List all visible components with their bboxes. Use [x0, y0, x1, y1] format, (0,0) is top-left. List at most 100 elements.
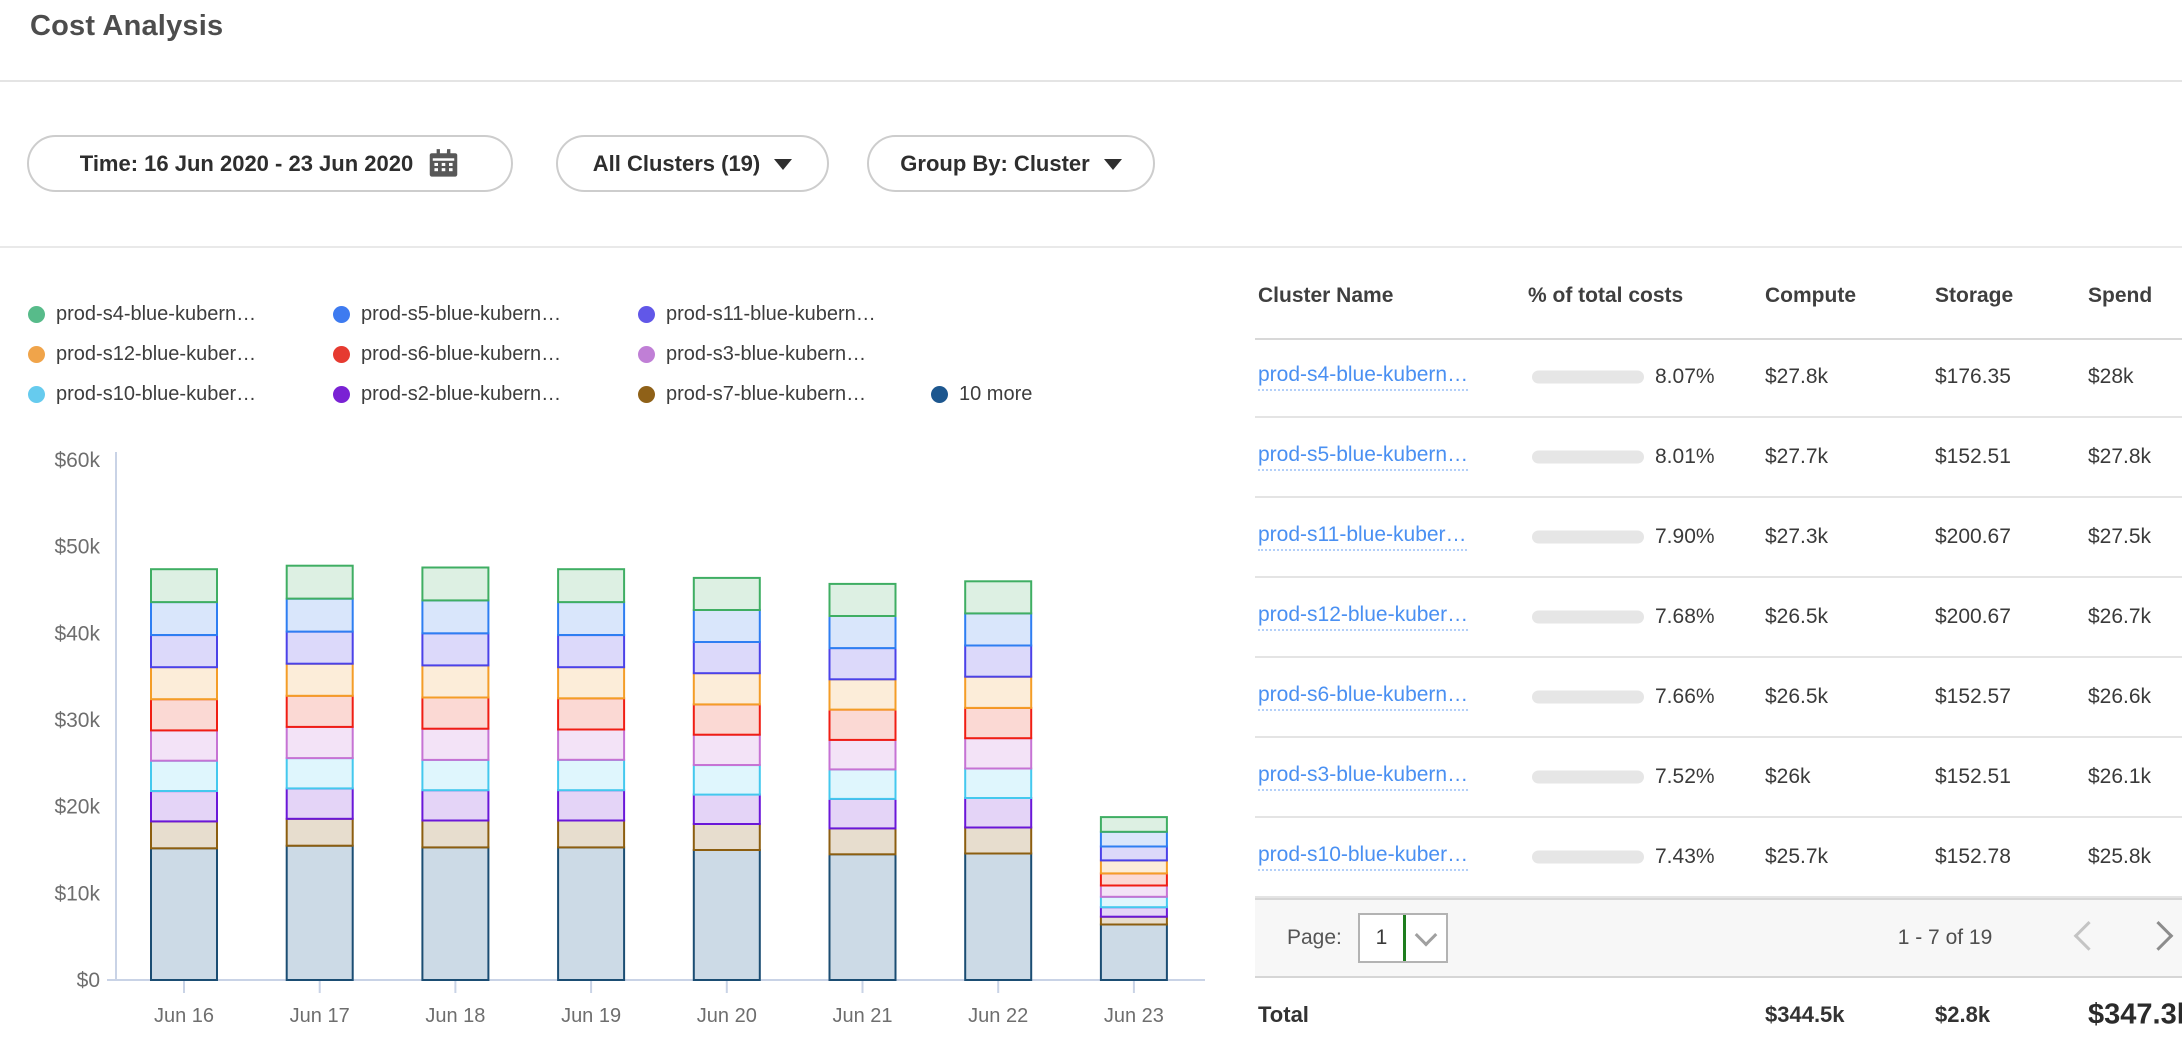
bar-segment[interactable]: [422, 698, 488, 729]
bar-segment[interactable]: [287, 632, 353, 664]
bar-segment[interactable]: [558, 821, 624, 848]
bar-segment[interactable]: [151, 699, 217, 730]
bar-segment[interactable]: [694, 765, 760, 795]
bar-segment[interactable]: [694, 735, 760, 765]
bar-segment[interactable]: [287, 696, 353, 727]
bar-segment[interactable]: [1101, 860, 1167, 873]
legend-item[interactable]: prod-s12-blue-kuber…: [28, 342, 256, 366]
bar-segment[interactable]: [965, 738, 1031, 768]
bar-segment[interactable]: [694, 795, 760, 825]
bar-segment[interactable]: [830, 710, 896, 740]
bar-segment[interactable]: [287, 758, 353, 788]
legend-item[interactable]: prod-s4-blue-kubern…: [28, 302, 256, 326]
bar-segment[interactable]: [422, 568, 488, 601]
bar-segment[interactable]: [287, 664, 353, 696]
cluster-name-link[interactable]: prod-s12-blue-kuber…: [1258, 603, 1468, 631]
bar-segment[interactable]: [1101, 817, 1167, 832]
bar-segment[interactable]: [422, 821, 488, 848]
bar-segment[interactable]: [1101, 925, 1167, 981]
bar-segment[interactable]: [422, 600, 488, 633]
bar-segment[interactable]: [558, 760, 624, 790]
bar-segment[interactable]: [558, 790, 624, 820]
bar-segment[interactable]: [694, 610, 760, 642]
bar-segment[interactable]: [830, 616, 896, 648]
bar-segment[interactable]: [694, 673, 760, 704]
bar-segment[interactable]: [830, 740, 896, 770]
bar-segment[interactable]: [830, 799, 896, 829]
bar-segment[interactable]: [1101, 897, 1167, 907]
bar-segment[interactable]: [965, 769, 1031, 799]
bar-segment[interactable]: [151, 569, 217, 602]
bar-segment[interactable]: [830, 584, 896, 616]
legend-item[interactable]: prod-s10-blue-kuber…: [28, 382, 256, 406]
bar-segment[interactable]: [151, 761, 217, 791]
bar-segment[interactable]: [422, 729, 488, 760]
bar-segment[interactable]: [1101, 832, 1167, 847]
bar-segment[interactable]: [1101, 873, 1167, 885]
bar-segment[interactable]: [151, 730, 217, 760]
bar-segment[interactable]: [694, 704, 760, 734]
bar-segment[interactable]: [965, 613, 1031, 645]
bar-segment[interactable]: [151, 667, 217, 699]
bar-segment[interactable]: [830, 769, 896, 799]
bar-segment[interactable]: [830, 648, 896, 679]
page-select[interactable]: 1: [1358, 913, 1448, 963]
bar-segment[interactable]: [558, 698, 624, 729]
bar-segment[interactable]: [287, 846, 353, 980]
bar-segment[interactable]: [558, 847, 624, 980]
bar-segment[interactable]: [287, 727, 353, 758]
bar-segment[interactable]: [558, 569, 624, 602]
clusters-filter-dropdown[interactable]: All Clusters (19): [556, 135, 829, 192]
bar-segment[interactable]: [422, 760, 488, 790]
bar-segment[interactable]: [965, 708, 1031, 738]
bar-segment[interactable]: [965, 798, 1031, 828]
bar-segment[interactable]: [694, 578, 760, 610]
cluster-name-link[interactable]: prod-s5-blue-kubern…: [1258, 443, 1468, 471]
bar-segment[interactable]: [287, 566, 353, 599]
bar-segment[interactable]: [422, 633, 488, 665]
next-page-button[interactable]: [2144, 921, 2174, 951]
legend-item[interactable]: prod-s2-blue-kubern…: [333, 382, 561, 406]
time-range-filter[interactable]: Time: 16 Jun 2020 - 23 Jun 2020: [27, 135, 513, 192]
legend-item[interactable]: 10 more: [931, 382, 1032, 406]
cluster-name-link[interactable]: prod-s10-blue-kuber…: [1258, 843, 1468, 871]
legend-item[interactable]: prod-s7-blue-kubern…: [638, 382, 866, 406]
bar-segment[interactable]: [287, 789, 353, 819]
bar-segment[interactable]: [1101, 886, 1167, 897]
bar-segment[interactable]: [151, 821, 217, 848]
cluster-name-link[interactable]: prod-s4-blue-kubern…: [1258, 363, 1468, 391]
bar-segment[interactable]: [830, 679, 896, 709]
bar-segment[interactable]: [287, 819, 353, 846]
bar-segment[interactable]: [965, 828, 1031, 854]
legend-item[interactable]: prod-s5-blue-kubern…: [333, 302, 561, 326]
previous-page-button[interactable]: [2074, 921, 2104, 951]
bar-segment[interactable]: [965, 581, 1031, 613]
legend-item[interactable]: prod-s11-blue-kubern…: [638, 302, 876, 326]
bar-segment[interactable]: [558, 730, 624, 760]
bar-segment[interactable]: [558, 635, 624, 667]
cluster-name-link[interactable]: prod-s11-blue-kuber…: [1258, 523, 1467, 551]
bar-segment[interactable]: [151, 791, 217, 821]
cluster-name-link[interactable]: prod-s3-blue-kubern…: [1258, 763, 1468, 791]
legend-item[interactable]: prod-s6-blue-kubern…: [333, 342, 561, 366]
bar-segment[interactable]: [558, 602, 624, 635]
bar-segment[interactable]: [830, 828, 896, 854]
bar-segment[interactable]: [422, 790, 488, 820]
legend-item[interactable]: prod-s3-blue-kubern…: [638, 342, 866, 366]
bar-segment[interactable]: [287, 599, 353, 632]
bar-segment[interactable]: [558, 667, 624, 698]
bar-segment[interactable]: [1101, 917, 1167, 925]
bar-segment[interactable]: [422, 665, 488, 697]
bar-segment[interactable]: [694, 850, 760, 980]
bar-segment[interactable]: [151, 848, 217, 980]
bar-segment[interactable]: [694, 824, 760, 850]
bar-segment[interactable]: [694, 642, 760, 673]
bar-segment[interactable]: [965, 854, 1031, 981]
bar-segment[interactable]: [151, 602, 217, 635]
bar-segment[interactable]: [965, 646, 1031, 677]
group-by-dropdown[interactable]: Group By: Cluster: [867, 135, 1155, 192]
bar-segment[interactable]: [1101, 907, 1167, 917]
bar-segment[interactable]: [151, 635, 217, 667]
bar-segment[interactable]: [1101, 847, 1167, 861]
bar-segment[interactable]: [422, 847, 488, 980]
